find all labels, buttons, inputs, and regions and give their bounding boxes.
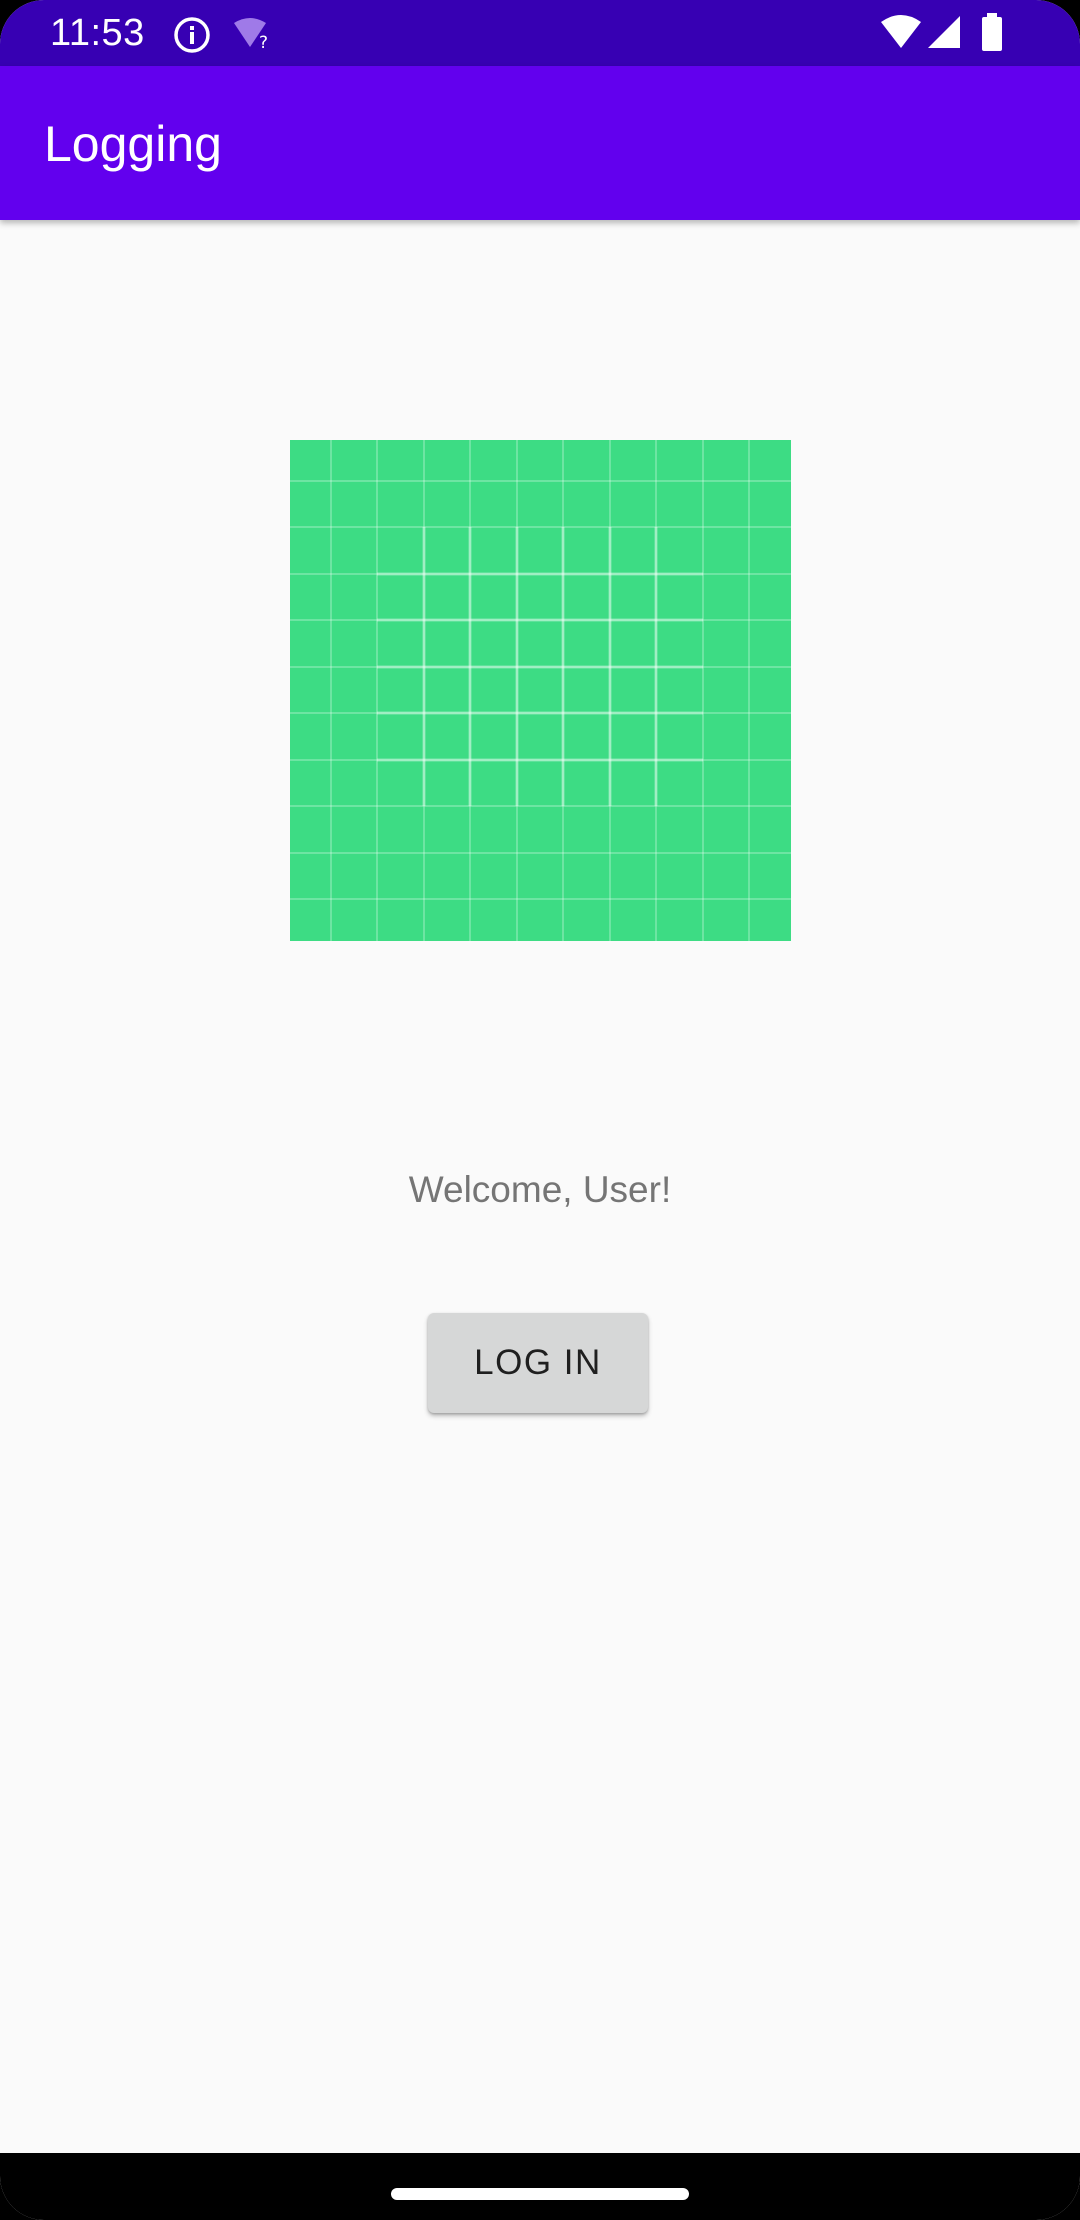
status-bar: 11:53 ?	[0, 0, 1080, 66]
battery-icon	[982, 13, 1002, 51]
app-bar: Logging	[0, 66, 1080, 220]
green-grid-image	[290, 440, 791, 941]
login-button[interactable]: LOG IN	[428, 1313, 648, 1413]
welcome-message: Welcome, User!	[408, 1169, 672, 1210]
svg-text:?: ?	[259, 33, 268, 51]
main-content: Welcome, User! LOG IN	[0, 220, 1080, 2153]
cell-signal-icon	[928, 16, 960, 48]
info-icon	[174, 17, 210, 53]
home-gesture-handle[interactable]	[391, 2188, 689, 2200]
status-time: 11:53	[50, 12, 145, 54]
wifi-icon	[881, 15, 921, 48]
navigation-bar	[0, 2153, 1080, 2220]
app-title: Logging	[44, 116, 222, 172]
wifi-unknown-icon: ?	[234, 18, 268, 51]
phone-screen: 11:53 ? Logging Welcome, User! LOG IN	[0, 0, 1080, 2220]
